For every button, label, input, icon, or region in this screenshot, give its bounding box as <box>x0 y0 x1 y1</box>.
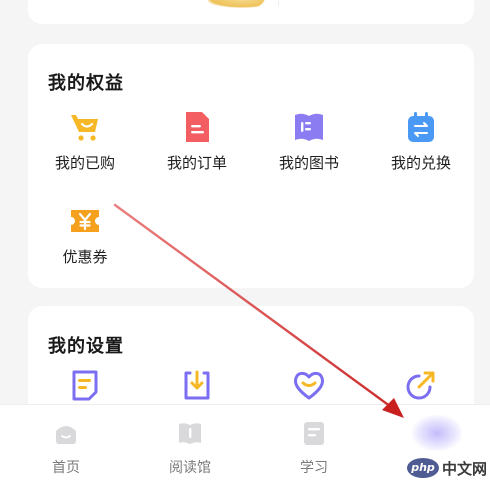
nav-item-reading-hall[interactable]: 阅读馆 <box>150 419 230 477</box>
exchange-calendar-icon <box>408 112 434 142</box>
shopping-cart-icon <box>71 115 98 141</box>
nav-item-study[interactable]: 学习 <box>274 419 354 477</box>
nav-label-study: 学习 <box>300 460 328 476</box>
nav-label-home: 首页 <box>52 460 80 476</box>
my-purchased-label: 我的已购 <box>54 154 115 172</box>
profile-icon-glow <box>412 415 462 451</box>
book-icon <box>295 113 323 141</box>
my-orders-label: 我的订单 <box>166 154 227 172</box>
reading-hall-icon <box>179 423 201 444</box>
divider <box>278 0 279 6</box>
top-card <box>28 0 474 24</box>
heart-smile-icon <box>294 371 324 400</box>
coupon-ticket-icon <box>71 210 99 232</box>
nav-item-home[interactable]: 首页 <box>26 419 106 477</box>
banner-image <box>206 0 266 8</box>
home-icon <box>56 426 76 444</box>
note-document-icon <box>72 370 98 401</box>
coupon-label: 优惠券 <box>62 248 108 266</box>
php-logo: php <box>407 458 439 478</box>
watermark: php 中文网 <box>407 456 487 480</box>
section-title-my-rights: 我的权益 <box>48 73 124 94</box>
my-exchange-label: 我的兑换 <box>390 154 451 172</box>
my-rights-card: 我的权益 我的已购 我的订单 我的图书 我的兑换 优惠券 <box>28 44 474 288</box>
my-books-label: 我的图书 <box>278 154 339 172</box>
order-document-icon <box>186 112 209 142</box>
section-title-my-settings: 我的设置 <box>48 336 124 357</box>
watermark-text: 中文网 <box>442 459 488 478</box>
download-icon <box>184 370 210 400</box>
share-arrow-icon <box>406 371 435 400</box>
study-notebook-icon <box>304 422 324 445</box>
nav-label-reading-hall: 阅读馆 <box>169 460 211 476</box>
